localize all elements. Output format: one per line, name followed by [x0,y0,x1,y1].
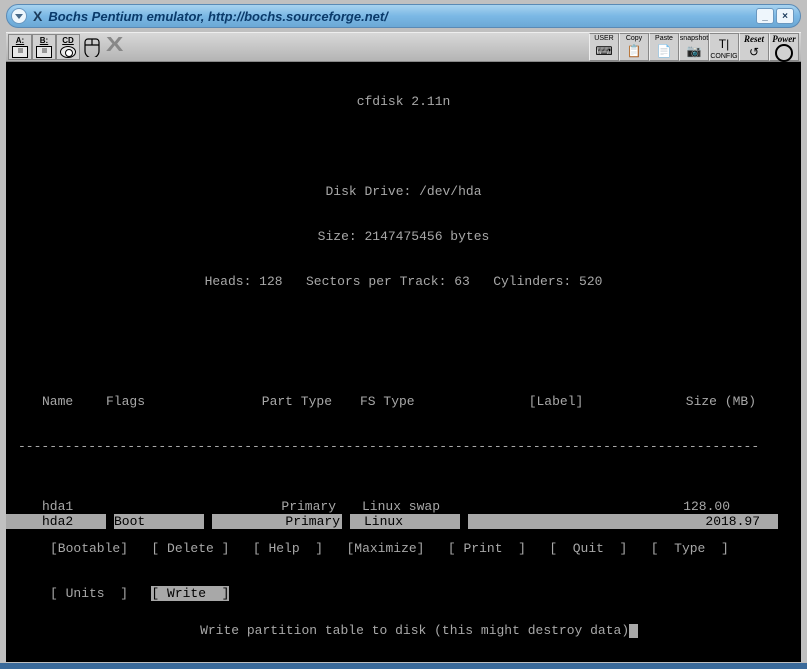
emulator-toolbar: A: B: CD X USER⌨ Copy📋 Paste📄 snapshot📷 … [6,32,801,62]
copy-button[interactable]: Copy📋 [619,33,649,61]
system-menu-button[interactable] [11,8,27,24]
cfdisk-hint: Write partition table to disk (this migh… [0,608,807,653]
col-size: Size (MB) [626,394,776,409]
menu-item-help[interactable]: [ Help ] [253,541,323,556]
disk-drive-label: Disk Drive: /dev/hda [6,184,801,199]
minimize-button[interactable]: _ [756,8,774,24]
window-title: Bochs Pentium emulator, http://bochs.sou… [48,9,750,24]
col-name: Name [6,394,106,409]
guest-display[interactable]: cfdisk 2.11n Disk Drive: /dev/hda Size: … [6,62,801,662]
close-button[interactable]: × [776,8,794,24]
cfdisk-title: cfdisk 2.11n [6,94,801,109]
menu-item-quit[interactable]: [ Quit ] [549,541,627,556]
col-fs-type: FS Type [346,394,486,409]
disabled-x-icon: X [101,34,129,60]
user-keys-button[interactable]: USER⌨ [589,33,619,61]
menu-item-type[interactable]: [ Type ] [651,541,729,556]
disk-size-label: Size: 2147475456 bytes [6,229,801,244]
menu-item-units[interactable]: [ Units ] [50,586,128,601]
window-titlebar: X Bochs Pentium emulator, http://bochs.s… [6,4,801,28]
paste-button[interactable]: Paste📄 [649,33,679,61]
menu-item-bootable[interactable]: [Bootable] [50,541,128,556]
header-divider: ----------------------------------------… [6,439,801,454]
menu-row-2: [ Units ] [ Write ] [50,586,757,601]
menu-row-1: [Bootable] [ Delete ] [ Help ] [Maximize… [50,541,757,556]
desktop-background-edge [0,663,807,669]
disk-geometry-label: Heads: 128 Sectors per Track: 63 Cylinde… [6,274,801,289]
floppy-a-button[interactable]: A: [8,34,32,60]
menu-item-print[interactable]: [ Print ] [448,541,526,556]
menu-item-write[interactable]: [ Write ] [151,586,229,601]
menu-item-maximize[interactable]: [Maximize] [346,541,424,556]
col-label: [Label] [486,394,626,409]
floppy-b-button[interactable]: B: [32,34,56,60]
x11-icon: X [33,8,42,24]
col-part-type: Part Type [226,394,346,409]
power-button[interactable]: Power [769,33,799,61]
config-button[interactable]: T|CONFIG [709,33,739,61]
col-flags: Flags [106,394,226,409]
partition-headers: Name Flags Part Type FS Type [Label] Siz… [6,394,801,409]
cdrom-button[interactable]: CD [56,34,80,60]
reset-button[interactable]: Reset↺ [739,33,769,61]
menu-item-delete[interactable]: [ Delete ] [151,541,229,556]
snapshot-button[interactable]: snapshot📷 [679,33,709,61]
text-cursor [629,624,638,638]
